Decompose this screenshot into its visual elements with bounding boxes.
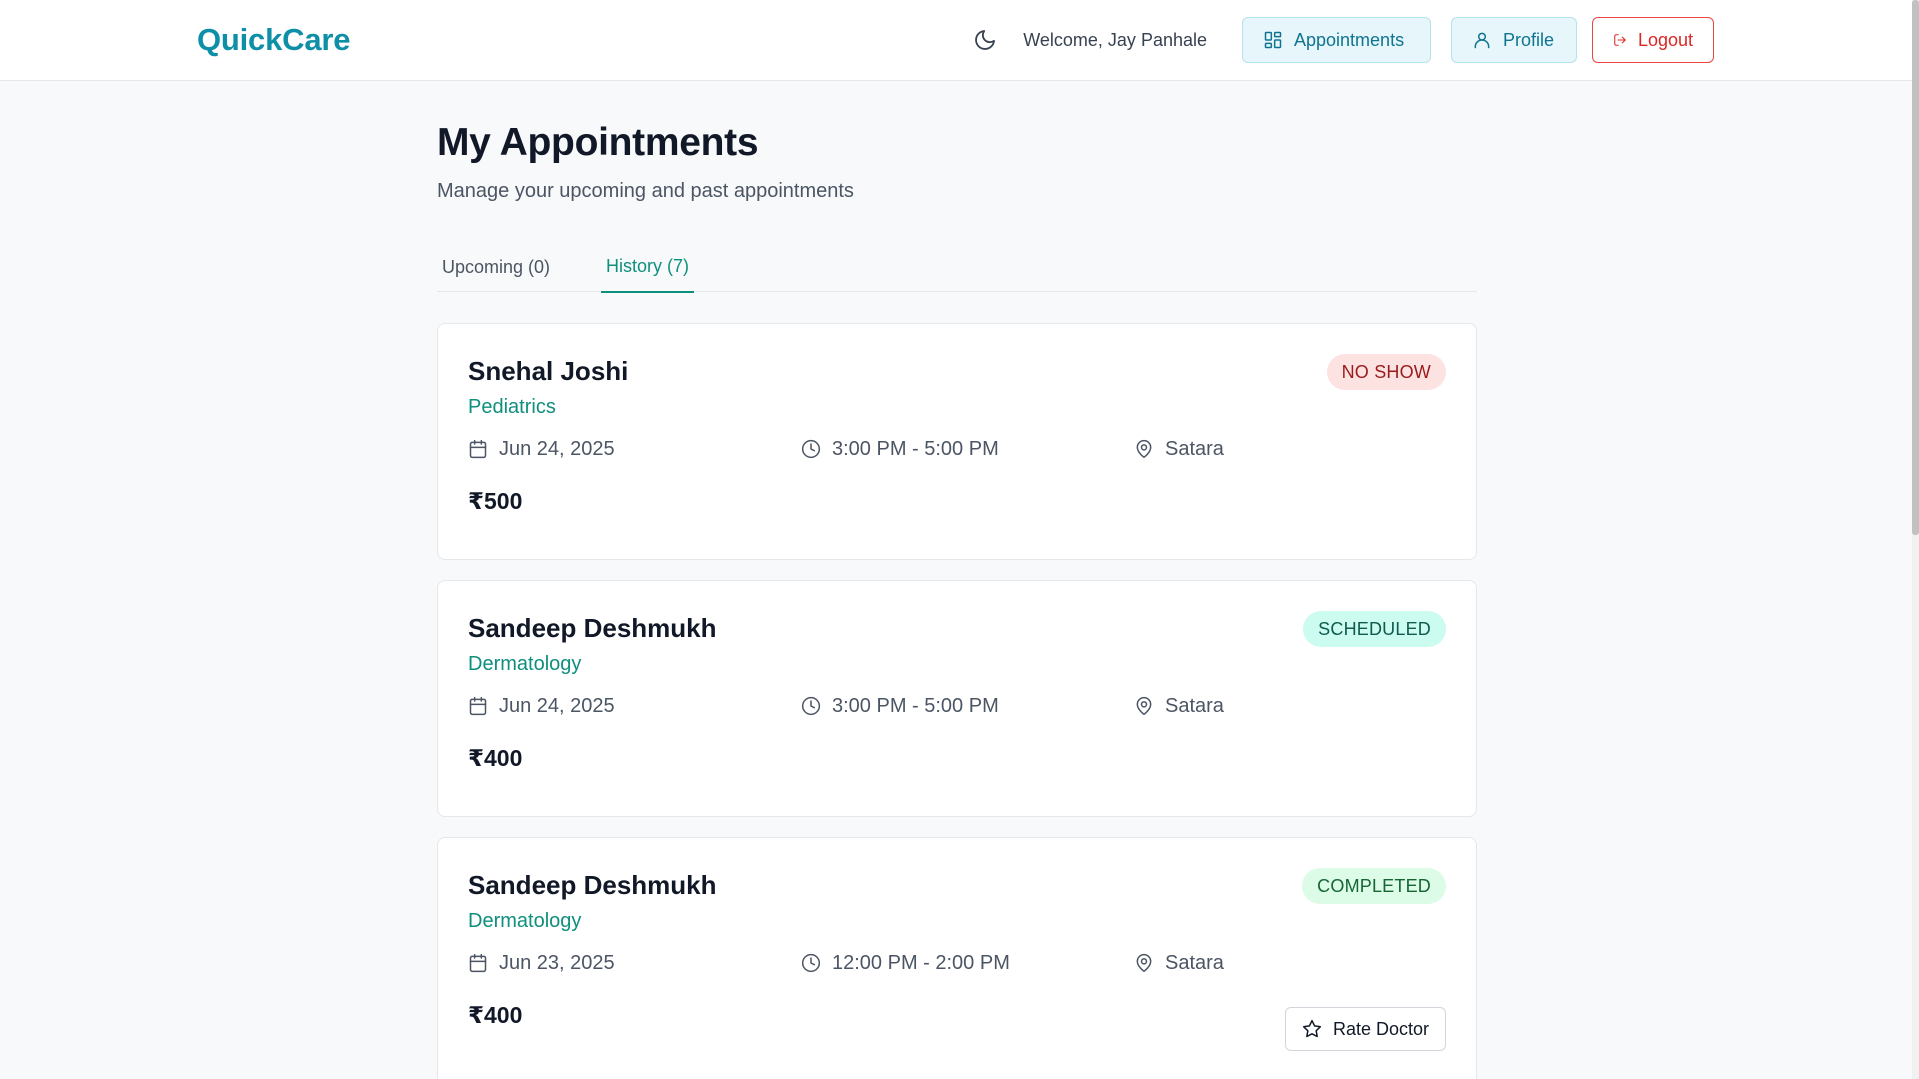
appointment-card: Sandeep Deshmukh Dermatology SCHEDULED J… — [437, 580, 1477, 817]
appointment-date: Jun 24, 2025 — [468, 691, 615, 721]
profile-button-label: Profile — [1503, 29, 1555, 50]
clock-icon — [801, 953, 821, 973]
page-scrollbar[interactable] — [1912, 0, 1919, 1079]
appointment-location: Satara — [1134, 948, 1224, 978]
appointment-time: 12:00 PM - 2:00 PM — [801, 948, 1010, 978]
appointment-time: 3:00 PM - 5:00 PM — [801, 691, 999, 721]
doctor-name: Snehal Joshi — [468, 356, 629, 386]
date-text: Jun 24, 2025 — [499, 437, 615, 460]
location-text: Satara — [1165, 694, 1224, 717]
grid-icon — [1264, 31, 1282, 49]
doctor-name: Sandeep Deshmukh — [468, 870, 717, 900]
status-badge: NO SHOW — [1326, 354, 1446, 390]
location-text: Satara — [1165, 437, 1224, 460]
appointment-meta: Jun 24, 2025 3:00 PM - 5:00 PM Satara — [468, 434, 1448, 464]
calendar-icon — [469, 439, 487, 459]
appointment-card: Sandeep Deshmukh Dermatology COMPLETED J… — [437, 837, 1477, 1079]
map-pin-icon — [1136, 439, 1152, 459]
rate-doctor-button[interactable]: Rate Doctor — [1285, 1007, 1446, 1051]
star-icon — [1302, 1019, 1322, 1038]
location-text: Satara — [1165, 951, 1224, 974]
top-navbar: QuickCare Welcome, Jay Panhale Appointme… — [0, 0, 1912, 81]
appointment-tabs: Upcoming (0) History (7) — [437, 242, 1477, 293]
brand-logo[interactable]: QuickCare — [197, 22, 350, 58]
appointment-meta: Jun 24, 2025 3:00 PM - 5:00 PM Satara — [468, 691, 1448, 721]
consultation-fee: ₹400 — [468, 1002, 523, 1028]
status-badge: COMPLETED — [1302, 868, 1446, 904]
scrollbar-thumb[interactable] — [1912, 0, 1919, 535]
logout-icon — [1614, 34, 1626, 46]
consultation-fee: ₹400 — [468, 745, 523, 771]
appointment-card: Snehal Joshi Pediatrics NO SHOW Jun 24, … — [437, 323, 1477, 560]
map-pin-icon — [1136, 953, 1152, 973]
clock-icon — [801, 696, 821, 716]
appointment-date: Jun 24, 2025 — [468, 434, 615, 464]
theme-toggle-button[interactable] — [969, 24, 1001, 56]
page-title: My Appointments — [437, 121, 759, 164]
consultation-fee: ₹500 — [468, 488, 523, 514]
appointments-button-label: Appointments — [1294, 29, 1405, 50]
appointment-time: 3:00 PM - 5:00 PM — [801, 434, 999, 464]
rate-doctor-label: Rate Doctor — [1333, 1018, 1430, 1039]
appointment-location: Satara — [1134, 691, 1224, 721]
appointment-location: Satara — [1134, 434, 1224, 464]
nav-actions: Welcome, Jay Panhale Appointments Profil… — [969, 17, 1714, 63]
calendar-icon — [469, 696, 487, 716]
doctor-name: Sandeep Deshmukh — [468, 613, 717, 643]
status-badge: SCHEDULED — [1303, 611, 1446, 647]
profile-button[interactable]: Profile — [1451, 17, 1577, 63]
logout-button-label: Logout — [1637, 29, 1693, 50]
date-text: Jun 23, 2025 — [499, 951, 615, 974]
appointment-meta: Jun 23, 2025 12:00 PM - 2:00 PM Satara — [468, 948, 1448, 978]
time-text: 3:00 PM - 5:00 PM — [832, 437, 999, 460]
tab-history[interactable]: History (7) — [601, 242, 695, 293]
welcome-text: Welcome, Jay Panhale — [1023, 29, 1207, 50]
logout-button[interactable]: Logout — [1592, 17, 1714, 63]
calendar-icon — [469, 953, 487, 973]
appointment-date: Jun 23, 2025 — [468, 948, 615, 978]
map-pin-icon — [1136, 696, 1152, 716]
moon-icon — [975, 30, 996, 50]
clock-icon — [801, 439, 821, 459]
appointments-button[interactable]: Appointments — [1242, 17, 1431, 63]
date-text: Jun 24, 2025 — [499, 694, 615, 717]
user-icon — [1474, 32, 1490, 49]
page-subtitle: Manage your upcoming and past appointmen… — [437, 180, 854, 202]
tab-upcoming[interactable]: Upcoming (0) — [437, 242, 555, 292]
doctor-specialty: Pediatrics — [468, 396, 556, 418]
time-text: 3:00 PM - 5:00 PM — [832, 694, 999, 717]
doctor-specialty: Dermatology — [468, 910, 582, 932]
time-text: 12:00 PM - 2:00 PM — [832, 951, 1010, 974]
doctor-specialty: Dermatology — [468, 653, 582, 675]
